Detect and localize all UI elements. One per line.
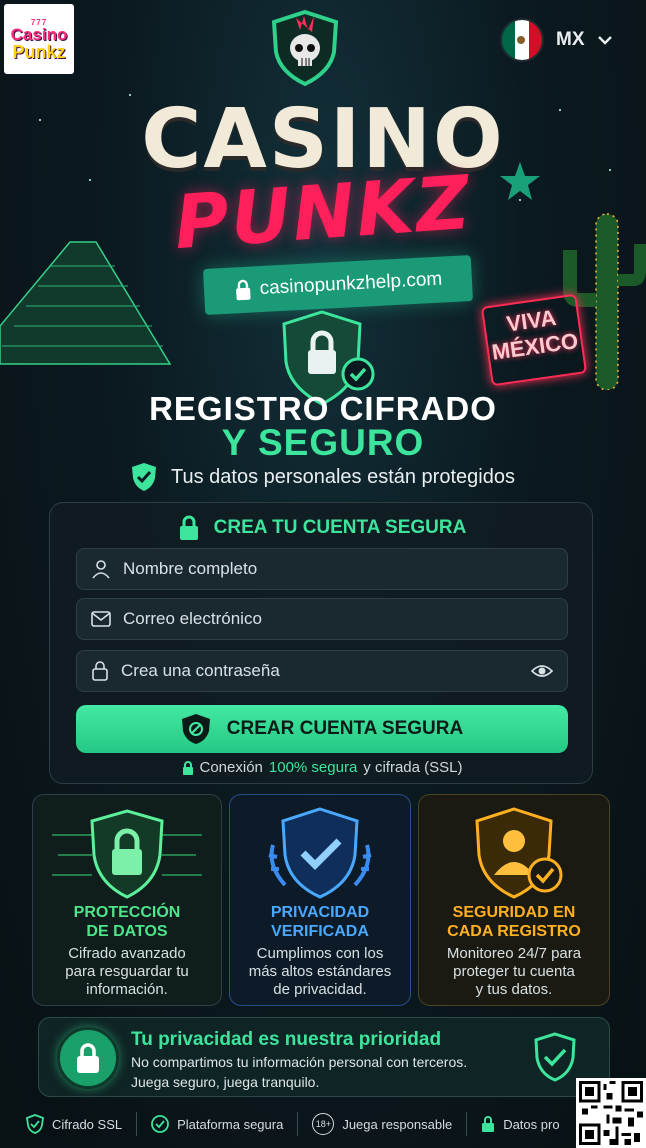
privacy-lock-badge — [57, 1027, 119, 1089]
feature-title-line-1: SEGURIDAD EN — [452, 904, 576, 921]
ssl-highlight: 100% segura — [268, 759, 358, 776]
footer-item-platform: Plataforma segura — [137, 1114, 297, 1134]
skull-shield-icon — [271, 9, 339, 86]
padlock-shield-icon — [52, 809, 202, 899]
signup-form-card: CREA TU CUENTA SEGURA Nombre completo Co… — [49, 502, 593, 784]
ssl-notice: Conexión 100% segura y cifrada (SSL) — [50, 759, 594, 776]
user-icon — [92, 560, 110, 579]
star-icon — [500, 162, 540, 200]
mail-icon — [91, 611, 111, 627]
email-field[interactable]: Correo electrónico — [76, 598, 568, 640]
feature-desc-line-3: y tus datos. — [475, 981, 553, 998]
language-code: MX — [556, 29, 585, 50]
shield-check-icon — [534, 1032, 576, 1082]
qr-code[interactable] — [576, 1078, 646, 1148]
shield-icon — [181, 714, 210, 744]
email-placeholder: Correo electrónico — [123, 609, 262, 628]
feature-desc-line-1: Monitoreo 24/7 para — [446, 945, 582, 962]
privacy-title: Tu privacidad es nuestra prioridad — [131, 1029, 442, 1050]
footer-responsible-label: Juega responsable — [342, 1116, 453, 1132]
form-title: CREA TU CUENTA SEGURA — [213, 517, 467, 538]
feature-card-privacy-verified: PRIVACIDAD VERIFICADA Cumplimos con los … — [229, 794, 411, 1006]
eye-icon[interactable] — [531, 661, 553, 681]
full-name-field[interactable]: Nombre completo — [76, 548, 568, 590]
create-account-button[interactable]: CREAR CUENTA SEGURA — [76, 705, 568, 753]
footer-item-ssl: Cifrado SSL — [26, 1114, 136, 1134]
lock-icon — [179, 515, 198, 540]
privacy-line-2: Juega seguro, juega tranquilo. — [131, 1074, 320, 1090]
protection-notice: Tus datos personales están protegidos — [0, 462, 646, 492]
age-18-icon: 18+ — [312, 1113, 335, 1135]
user-shield-icon — [475, 807, 563, 899]
privacy-banner: Tu privacidad es nuestra prioridad No co… — [38, 1017, 610, 1097]
footer-data-label: Datos pro — [503, 1116, 560, 1132]
lock-icon — [77, 1043, 99, 1073]
chevron-down-icon — [597, 36, 612, 45]
feature-card-data-protection: PROTECCIÓN DE DATOS Cifrado avanzado par… — [32, 794, 222, 1006]
feature-card-registration-security: SEGURIDAD EN CADA REGISTRO Monitoreo 24/… — [418, 794, 610, 1006]
lock-icon — [182, 760, 193, 775]
feature-description: Monitoreo 24/7 para proteger tu cuenta y… — [427, 945, 601, 999]
logo-punkz-text: Punkz — [12, 41, 66, 62]
feature-desc-line-3: información. — [86, 981, 168, 998]
verified-shield-icon — [268, 807, 372, 899]
language-selector[interactable]: MX — [500, 18, 613, 62]
heading-line-2: Y SEGURO — [221, 422, 425, 463]
feature-desc-line-2: proteger tu cuenta — [453, 963, 575, 980]
create-account-label: CREAR CUENTA SEGURA — [226, 718, 464, 739]
form-header: CREA TU CUENTA SEGURA — [50, 515, 594, 541]
badge-check-icon — [151, 1115, 169, 1133]
feature-desc-line-3: de privacidad. — [273, 981, 367, 998]
feature-title: PROTECCIÓN DE DATOS — [33, 903, 221, 941]
shield-check-icon — [26, 1114, 44, 1134]
feature-title-line-1: PROTECCIÓN — [73, 904, 181, 921]
feature-desc-line-1: Cumplimos con los — [256, 945, 384, 962]
mexico-flag-icon — [500, 18, 544, 62]
feature-description: Cifrado avanzado para resguardar tu info… — [41, 945, 213, 999]
feature-desc-line-1: Cifrado avanzado — [68, 945, 186, 962]
casino-punkz-logo[interactable]: 777 Casino Punkz — [4, 4, 74, 74]
protection-text: Tus datos personales están protegidos — [171, 465, 515, 488]
footer-platform-label: Plataforma segura — [177, 1116, 284, 1132]
ssl-suffix: y cifrada (SSL) — [363, 759, 463, 776]
feature-description: Cumplimos con los más altos estándares d… — [238, 945, 402, 999]
site-url-text: casinopunkzhelp.com — [259, 268, 443, 300]
feature-title-line-2: VERIFICADA — [271, 923, 369, 940]
shield-check-icon — [132, 463, 157, 491]
footer-ssl-label: Cifrado SSL — [52, 1116, 123, 1132]
logo-casino-text: Casino — [10, 24, 68, 44]
feature-desc-line-2: más altos estándares — [248, 963, 392, 980]
feature-title-line-2: DE DATOS — [86, 923, 168, 940]
privacy-line-1: No compartimos tu información personal c… — [131, 1054, 468, 1070]
footer-item-responsible: 18+ Juega responsable — [298, 1113, 466, 1135]
ssl-prefix: Conexión — [199, 759, 263, 776]
footer-item-data: Datos pro — [467, 1115, 573, 1133]
feature-title: PRIVACIDAD VERIFICADA — [230, 903, 410, 941]
lock-icon — [235, 279, 251, 301]
trust-footer: Cifrado SSL Plataforma segura 18+ Juega … — [26, 1110, 574, 1138]
feature-title-line-1: PRIVACIDAD — [270, 904, 370, 921]
feature-title: SEGURIDAD EN CADA REGISTRO — [419, 903, 609, 941]
feature-title-line-2: CADA REGISTRO — [447, 923, 581, 940]
lock-icon — [482, 1116, 495, 1132]
lock-icon — [92, 661, 108, 681]
full-name-placeholder: Nombre completo — [123, 559, 258, 578]
age-badge-text: 18+ — [315, 1119, 331, 1129]
viva-mexico-neon-sign: VIVA MÉXICO — [480, 293, 588, 387]
password-placeholder: Crea una contraseña — [121, 661, 280, 680]
feature-desc-line-2: para resguardar tu — [65, 963, 189, 980]
password-field[interactable]: Crea una contraseña — [76, 650, 568, 692]
